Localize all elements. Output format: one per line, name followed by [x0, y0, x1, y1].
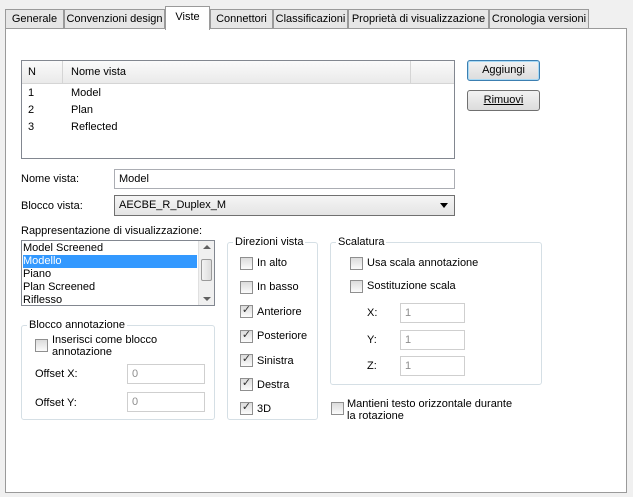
checkbox-right-label: Destra: [257, 379, 290, 391]
offset-y-value: 0: [132, 396, 139, 408]
insert-as-block-checkbox[interactable]: [35, 339, 48, 352]
chevron-down-icon: [440, 203, 448, 208]
scale-y-value: 1: [405, 334, 412, 346]
tab-label: Connettori: [216, 13, 267, 25]
column-divider: [62, 61, 63, 83]
checkbox-left-label: Sinistra: [257, 355, 294, 367]
add-button-label: Aggiungi: [482, 64, 525, 76]
tab-proprieta-visualizzazione[interactable]: Proprietà di visualizzazione: [348, 9, 489, 28]
scale-y-label: Y:: [367, 334, 377, 346]
row-number: 3: [28, 121, 35, 133]
scale-z-field[interactable]: 1: [400, 356, 465, 376]
tab-label: Cronologia versioni: [491, 13, 587, 25]
checkbox-3d-label: 3D: [257, 403, 272, 415]
view-block-dropdown[interactable]: AECBE_R_Duplex_M: [114, 195, 455, 216]
check-mark-icon: ✓: [241, 329, 252, 341]
table-row[interactable]: 3 Reflected: [22, 119, 454, 136]
tab-label: Viste: [175, 11, 200, 23]
offset-y-field[interactable]: 0: [127, 392, 205, 412]
scale-x-value: 1: [405, 307, 412, 319]
view-list[interactable]: N Nome vista 1 Model 2 Plan 3 Reflected: [21, 60, 455, 159]
checkbox-top-label: In alto: [257, 257, 287, 269]
view-block-label: Blocco vista:: [21, 200, 83, 212]
tab-generale[interactable]: Generale: [5, 9, 64, 28]
checkbox-left[interactable]: ✓: [240, 353, 253, 367]
list-item[interactable]: Plan Screened: [23, 281, 95, 294]
check-mark-icon: ✓: [241, 377, 252, 389]
column-header-nome-vista[interactable]: Nome vista: [71, 66, 126, 78]
insert-as-block-label-1: Inserisci come blocco: [52, 334, 158, 346]
list-item[interactable]: Riflesso: [23, 294, 62, 305]
scale-override-label: Sostituzione scala: [367, 280, 456, 292]
scale-x-field[interactable]: 1: [400, 303, 465, 323]
view-directions-title: Direzioni vista: [233, 236, 306, 248]
insert-as-block-label-2: annotazione: [52, 346, 112, 358]
use-annotation-scale-checkbox[interactable]: [350, 257, 363, 270]
keep-text-horizontal-label-2: la rotazione: [347, 410, 404, 422]
scale-z-label: Z:: [367, 360, 377, 372]
scrollbar[interactable]: [198, 241, 214, 305]
offset-x-value: 0: [132, 368, 139, 380]
tab-connettori[interactable]: Connettori: [210, 9, 273, 28]
checkbox-front-label: Anteriore: [257, 306, 302, 318]
offset-x-label: Offset X:: [35, 368, 78, 380]
offset-x-field[interactable]: 0: [127, 364, 205, 384]
view-name-value: Model: [119, 173, 149, 185]
list-item-selected[interactable]: Modello: [23, 255, 197, 268]
checkbox-bottom[interactable]: [240, 281, 253, 294]
remove-button[interactable]: Rimuovi: [467, 90, 540, 111]
table-row[interactable]: 1 Model: [22, 85, 454, 102]
row-number: 2: [28, 104, 35, 116]
scale-z-value: 1: [405, 360, 412, 372]
offset-y-label: Offset Y:: [35, 397, 77, 409]
scroll-down-icon[interactable]: [203, 297, 211, 301]
keep-text-horizontal-label-1: Mantieni testo orizzontale durante: [347, 398, 513, 410]
row-number: 1: [28, 87, 35, 99]
scroll-thumb[interactable]: [201, 259, 212, 281]
view-block-value: AECBE_R_Duplex_M: [119, 199, 226, 211]
scroll-up-icon[interactable]: [203, 245, 211, 249]
row-view-name: Plan: [71, 104, 94, 116]
table-row[interactable]: 2 Plan: [22, 102, 454, 119]
checkbox-bottom-label: In basso: [257, 281, 299, 293]
row-view-name: Model: [71, 87, 101, 99]
column-header-n[interactable]: N: [28, 66, 36, 78]
scale-override-checkbox[interactable]: [350, 280, 363, 293]
tab-label: Generale: [11, 13, 58, 25]
scale-x-label: X:: [367, 307, 378, 319]
use-annotation-scale-label: Usa scala annotazione: [367, 257, 479, 269]
view-name-field[interactable]: Model: [114, 169, 455, 189]
checkbox-back[interactable]: ✓: [240, 329, 253, 343]
checkbox-top[interactable]: [240, 257, 253, 270]
tab-viste[interactable]: Viste: [165, 6, 210, 30]
check-mark-icon: ✓: [241, 401, 252, 413]
annotation-block-title: Blocco annotazione: [27, 319, 128, 331]
tab-convenzioni-design[interactable]: Convenzioni design: [64, 9, 165, 28]
tab-classificazioni[interactable]: Classificazioni: [273, 9, 348, 28]
checkbox-back-label: Posteriore: [257, 330, 308, 342]
tab-label: Classificazioni: [275, 13, 346, 25]
row-view-name: Reflected: [71, 121, 118, 133]
check-mark-icon: ✓: [241, 304, 252, 316]
checkbox-3d[interactable]: ✓: [240, 401, 253, 415]
tab-label: Convenzioni design: [66, 13, 163, 25]
check-mark-icon: ✓: [241, 353, 252, 365]
list-item[interactable]: Piano: [23, 268, 51, 281]
add-button[interactable]: Aggiungi: [467, 60, 540, 81]
scale-y-field[interactable]: 1: [400, 330, 465, 350]
display-rep-label: Rappresentazione di visualizzazione:: [21, 225, 202, 237]
view-name-label: Nome vista:: [21, 173, 80, 185]
tab-label: Proprietà di visualizzazione: [351, 13, 486, 25]
view-list-header: N Nome vista: [22, 61, 454, 84]
checkbox-right[interactable]: ✓: [240, 377, 253, 391]
list-item[interactable]: Model Screened: [23, 242, 103, 255]
remove-button-label: Rimuovi: [483, 94, 524, 106]
scaling-title: Scalatura: [336, 236, 387, 248]
checkbox-front[interactable]: ✓: [240, 304, 253, 318]
keep-text-horizontal-checkbox[interactable]: [331, 402, 344, 415]
column-divider: [410, 61, 411, 83]
tab-cronologia-versioni[interactable]: Cronologia versioni: [489, 9, 589, 28]
display-rep-list[interactable]: Model Screened Modello Piano Plan Screen…: [21, 240, 215, 306]
